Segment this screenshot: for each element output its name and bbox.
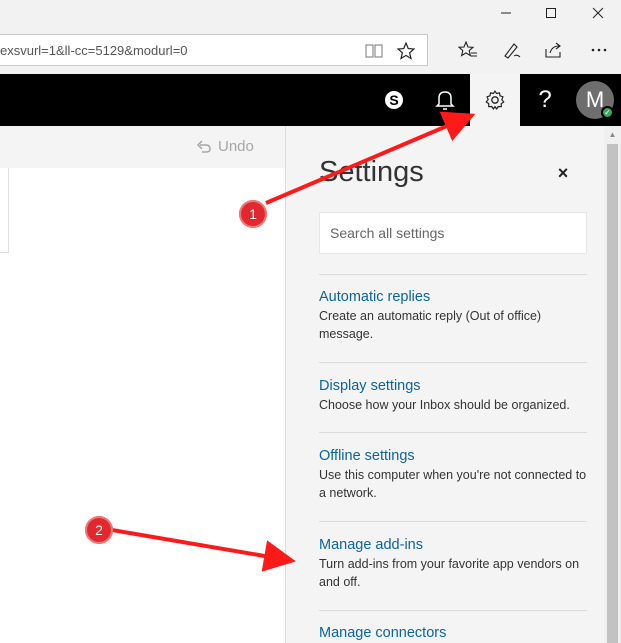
close-icon[interactable] bbox=[575, 0, 621, 26]
settings-item-automatic-replies[interactable]: Automatic replies Create an automatic re… bbox=[319, 289, 587, 343]
notifications-bell-icon[interactable] bbox=[420, 74, 470, 126]
web-note-icon[interactable] bbox=[498, 36, 526, 64]
step-2-badge: 2 bbox=[85, 516, 113, 544]
help-button[interactable]: ? bbox=[520, 74, 570, 126]
share-icon[interactable] bbox=[540, 36, 568, 64]
manage-add-ins-link[interactable]: Manage add-ins bbox=[319, 537, 587, 553]
divider bbox=[319, 274, 587, 275]
divider bbox=[319, 610, 587, 611]
divider bbox=[319, 362, 587, 363]
display-settings-link[interactable]: Display settings bbox=[319, 378, 587, 394]
step-1-badge: 1 bbox=[239, 200, 267, 228]
settings-item-manage-connectors[interactable]: Manage connectors bbox=[319, 625, 587, 641]
settings-panel: Settings × Automatic replies Create an a… bbox=[285, 126, 621, 643]
undo-button[interactable]: Undo bbox=[196, 138, 254, 155]
skype-letter: S bbox=[389, 92, 398, 108]
presence-available-icon: ✓ bbox=[601, 106, 614, 119]
pane-divider bbox=[0, 252, 9, 253]
address-bar[interactable]: exsvurl=1&ll-cc=5129&modurl=0 bbox=[0, 34, 428, 66]
divider bbox=[319, 521, 587, 522]
settings-gear-button[interactable] bbox=[470, 74, 520, 126]
settings-item-display-settings[interactable]: Display settings Choose how your Inbox s… bbox=[319, 378, 587, 414]
undo-icon bbox=[196, 139, 211, 153]
pane-divider bbox=[8, 168, 9, 252]
offline-settings-link[interactable]: Offline settings bbox=[319, 448, 587, 464]
settings-scrollbar[interactable]: ▲ bbox=[604, 126, 621, 643]
automatic-replies-link[interactable]: Automatic replies bbox=[319, 289, 587, 305]
undo-label: Undo bbox=[218, 138, 254, 155]
offline-settings-description: Use this computer when you're not connec… bbox=[319, 468, 587, 500]
manage-add-ins-description: Turn add-ins from your favorite app vend… bbox=[319, 557, 580, 589]
maximize-icon[interactable] bbox=[528, 0, 574, 26]
gear-icon bbox=[485, 90, 505, 110]
skype-icon[interactable]: S bbox=[369, 74, 419, 126]
scrollbar-thumb[interactable] bbox=[607, 144, 618, 643]
display-settings-description: Choose how your Inbox should be organize… bbox=[319, 398, 570, 412]
settings-search-input[interactable] bbox=[319, 212, 587, 254]
browser-toolbar: exsvurl=1&ll-cc=5129&modurl=0 bbox=[0, 26, 621, 74]
close-icon: × bbox=[557, 162, 569, 183]
manage-connectors-link[interactable]: Manage connectors bbox=[319, 625, 587, 641]
help-icon: ? bbox=[538, 86, 552, 113]
scroll-up-arrow-icon[interactable]: ▲ bbox=[604, 126, 621, 143]
settings-title: Settings bbox=[319, 156, 424, 188]
divider bbox=[319, 432, 587, 433]
favorite-star-icon[interactable] bbox=[392, 37, 420, 65]
reading-view-icon[interactable] bbox=[360, 37, 388, 65]
minimize-icon[interactable] bbox=[483, 0, 529, 26]
browser-title-bar bbox=[0, 0, 621, 26]
address-url[interactable]: exsvurl=1&ll-cc=5129&modurl=0 bbox=[0, 43, 188, 58]
close-settings-button[interactable]: × bbox=[552, 162, 574, 184]
settings-item-manage-add-ins[interactable]: Manage add-ins Turn add-ins from your fa… bbox=[319, 537, 587, 591]
app-header-bar: S ? bbox=[0, 74, 621, 126]
command-bar: Undo bbox=[0, 126, 285, 168]
settings-item-offline-settings[interactable]: Offline settings Use this computer when … bbox=[319, 448, 587, 502]
favorites-hub-icon[interactable] bbox=[454, 36, 482, 64]
more-icon[interactable] bbox=[585, 36, 613, 64]
automatic-replies-description: Create an automatic reply (Out of office… bbox=[319, 309, 542, 341]
